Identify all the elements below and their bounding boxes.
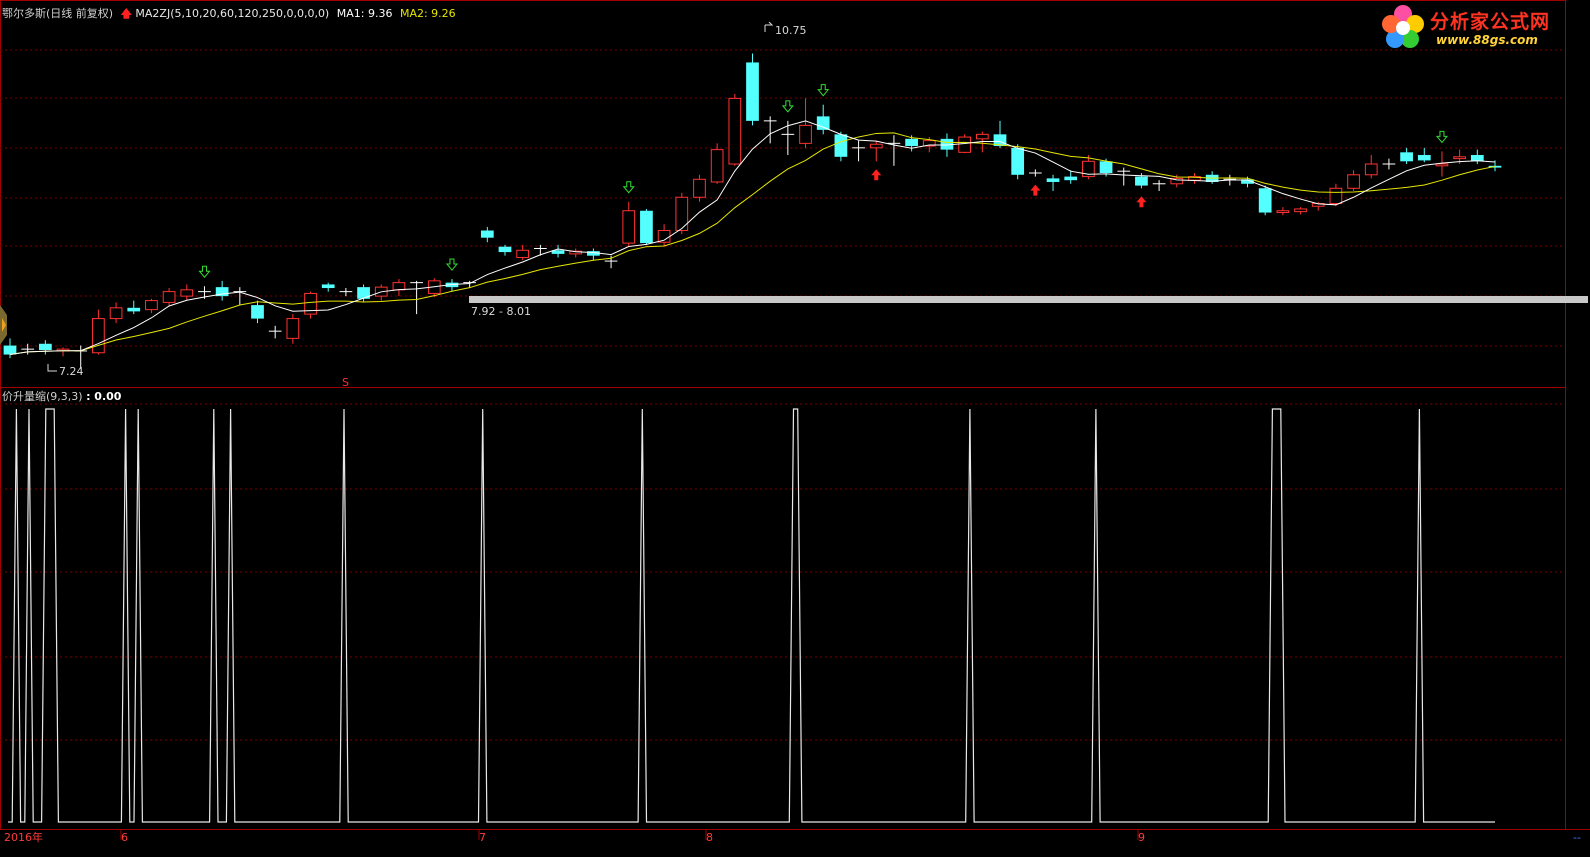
corner-label: -- (1573, 831, 1581, 844)
indicator-line (8, 408, 1495, 823)
candle-body-up (728, 97, 742, 165)
sell-arrow-icon (1435, 130, 1449, 144)
year-label: 2016年 (4, 830, 43, 844)
candle-body-down (1135, 176, 1148, 186)
high-marker-icon (764, 21, 774, 32)
candle-body-up (1276, 210, 1290, 214)
candle-body-down (1099, 161, 1113, 173)
candle-body-up (693, 178, 706, 198)
candle-body-up (975, 133, 989, 140)
candle-body-up (675, 196, 689, 232)
candle-body-up (1435, 163, 1449, 167)
s-marker: S (342, 376, 349, 389)
ma2-line (9, 132, 1496, 356)
candle-body-up (162, 291, 176, 303)
candle-body-down (1011, 147, 1025, 175)
candle-body-up (958, 136, 972, 153)
candle-body-up (392, 282, 406, 291)
sell-arrow-icon (622, 181, 635, 194)
buy-arrow-icon (871, 169, 882, 181)
month-label-6: 6 (121, 831, 128, 844)
candle-body-down (1417, 155, 1431, 161)
candle-body-down (640, 210, 653, 244)
candles (3, 53, 1502, 369)
sell-arrow-icon (445, 258, 459, 271)
candle-body-up (516, 249, 530, 258)
candle-body-down (127, 307, 141, 312)
price-zone-band (469, 296, 1588, 303)
candle-body-down (357, 287, 370, 299)
high-price-label: 10.75 (775, 24, 807, 37)
candle-body-up (1347, 174, 1360, 189)
candle-body-down (3, 345, 17, 355)
candle-body-up (109, 307, 123, 320)
time-axis: 2016年 6 7 8 9 -- (4, 830, 1581, 844)
sell-arrow-icon (817, 84, 830, 97)
candle-body-up (710, 149, 724, 183)
month-label-8: 8 (706, 831, 713, 844)
candle-body-down (498, 246, 512, 253)
month-label-9: 9 (1138, 831, 1145, 844)
sell-arrow-icon (198, 265, 211, 279)
price-zone-label: 7.92 - 8.01 (471, 305, 531, 318)
sell-arrow-icon (781, 100, 794, 113)
ma1-line (9, 120, 1496, 356)
candle-body-down (834, 134, 848, 157)
candle-body-down (746, 62, 759, 121)
candle-body-down (1064, 176, 1078, 181)
candle-body-down (321, 284, 335, 289)
buy-arrow-icon (1136, 196, 1147, 208)
chart-grid (0, 0, 1590, 840)
candle-body-down (1258, 188, 1272, 213)
chart-frame (0, 0, 1566, 830)
low-marker-icon (47, 364, 57, 372)
candle-body-up (1329, 187, 1343, 205)
candle-body-up (92, 318, 105, 354)
buy-arrow-icon (1030, 184, 1041, 196)
candle-body-up (1364, 163, 1378, 176)
candle-body-down (1046, 178, 1060, 182)
candle-body-up (286, 318, 300, 339)
month-label-7: 7 (479, 831, 486, 844)
candle-body-up (1453, 156, 1467, 160)
candle-body-down (1400, 152, 1413, 162)
candle-body-down (816, 116, 830, 130)
candle-body-up (799, 124, 812, 144)
candle-body-down (480, 230, 494, 238)
low-price-label: 7.24 (59, 365, 84, 378)
candle-body-up (622, 210, 636, 244)
candle-body-up (145, 300, 158, 311)
price-chart[interactable]: 7.92 - 8.01 10.75 7.24 S 2016年 6 7 8 9 -… (0, 0, 1590, 857)
candle-body-down (251, 305, 264, 319)
candle-body-up (1294, 208, 1307, 213)
candle-body-down (38, 343, 52, 351)
candle-body-up (180, 289, 194, 297)
candle-body-down (905, 138, 918, 147)
candle-body-up (869, 143, 883, 149)
